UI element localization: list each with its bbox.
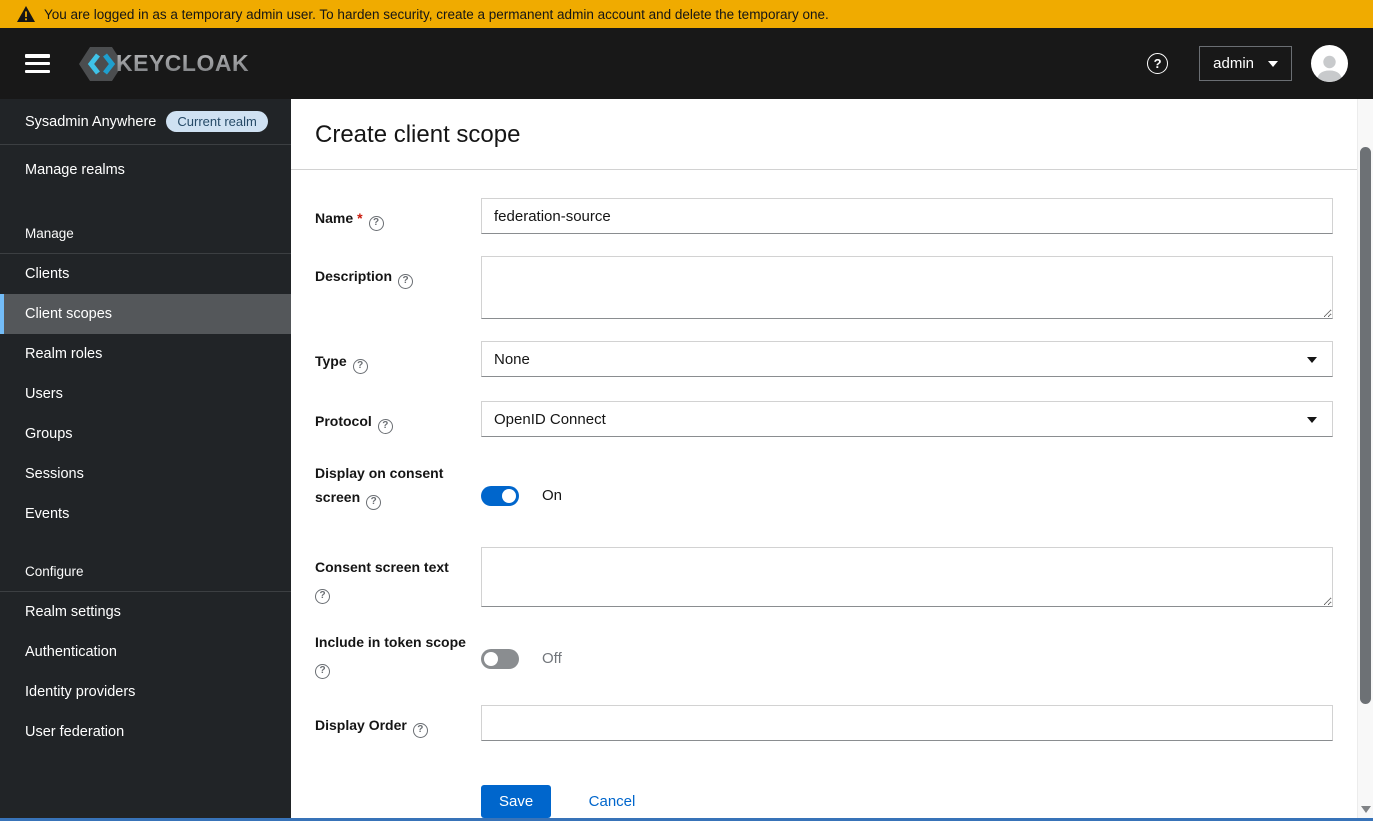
consent-screen-text-label: Consent screen text ? (315, 547, 481, 607)
sidebar-item-sessions[interactable]: Sessions (0, 454, 291, 494)
name-label: Name *? (315, 198, 481, 234)
protocol-select-value: OpenID Connect (494, 410, 606, 428)
scrollbar-thumb[interactable] (1360, 147, 1371, 704)
display-order-input[interactable] (481, 705, 1333, 741)
form-row-name: Name *? (315, 198, 1333, 234)
avatar (1311, 45, 1348, 82)
sidebar-item-clients[interactable]: Clients (0, 254, 291, 294)
include-in-token-scope-label: Include in token scope ? (315, 625, 481, 687)
consent-screen-text-help-icon[interactable]: ? (315, 588, 330, 604)
name-input[interactable] (481, 198, 1333, 234)
sidebar-nav: Sysadmin Anywhere Current realm Manage r… (0, 99, 291, 818)
save-button[interactable]: Save (481, 785, 552, 818)
type-help-icon[interactable]: ? (352, 358, 368, 374)
protocol-select[interactable]: OpenID Connect (481, 401, 1333, 437)
include-in-token-scope-toggle[interactable] (481, 648, 519, 669)
form-actions: Save Cancel (315, 785, 1333, 818)
cancel-link[interactable]: Cancel (589, 785, 636, 810)
display-order-help-icon[interactable]: ? (412, 722, 428, 738)
chevron-down-icon (1307, 417, 1317, 423)
help-icon[interactable]: ? (1147, 53, 1169, 74)
form-row-type: Type? None (315, 341, 1333, 377)
form-row-display-on-consent: Display on consent screen? On (315, 456, 1333, 530)
form-row-protocol: Protocol? OpenID Connect (315, 401, 1333, 437)
keycloak-logo-text: KEYCLOAK (116, 50, 250, 76)
create-client-scope-form: Name*? Description? Type? None (291, 170, 1357, 818)
user-menu-label: admin (1213, 55, 1254, 72)
page-title: Create client scope (315, 121, 521, 148)
description-help-icon[interactable]: ? (398, 273, 414, 289)
include-in-token-scope-help-icon[interactable]: ? (315, 663, 330, 679)
form-row-description: Description? (315, 256, 1333, 319)
warning-banner: You are logged in as a temporary admin u… (0, 0, 1373, 28)
title-block: Create client scope (291, 99, 1357, 170)
display-order-label: Display Order? (315, 705, 481, 741)
sidebar-item-client-scopes[interactable]: Client scopes (0, 294, 291, 334)
display-on-consent-state: On (542, 487, 563, 504)
sidebar-item-realm-settings[interactable]: Realm settings (0, 592, 291, 632)
avatar-person-icon (1317, 55, 1342, 82)
chevron-down-icon (1307, 357, 1317, 363)
hamburger-icon (25, 54, 50, 58)
keycloak-logo[interactable]: KEYCLOAK (78, 46, 249, 82)
display-on-consent-label: Display on consent screen? (315, 456, 481, 530)
type-select[interactable]: None (481, 341, 1333, 377)
sidebar-item-authentication[interactable]: Authentication (0, 632, 291, 672)
scroll-down-arrow-icon[interactable] (1361, 806, 1371, 813)
sidebar-item-user-federation[interactable]: User federation (0, 712, 291, 752)
form-row-consent-screen-text: Consent screen text ? (315, 547, 1333, 607)
sidebar-item-users[interactable]: Users (0, 374, 291, 414)
type-label: Type? (315, 341, 481, 377)
main-content: Create client scope Name*? Description? … (291, 99, 1357, 818)
masthead-right: ? admin (1147, 45, 1348, 82)
masthead: KEYCLOAK ? admin (0, 28, 1373, 99)
nav-toggle-button[interactable] (25, 54, 50, 73)
user-menu-dropdown[interactable]: admin (1199, 46, 1292, 81)
vertical-scrollbar[interactable] (1357, 99, 1373, 818)
form-row-display-order: Display Order? (315, 705, 1333, 741)
type-select-value: None (494, 350, 530, 368)
protocol-label: Protocol? (315, 401, 481, 437)
current-realm-badge[interactable]: Current realm (166, 111, 268, 132)
sidebar-section-configure: Configure (0, 564, 291, 592)
realm-name: Sysadmin Anywhere (25, 113, 157, 130)
sidebar-item-realm-roles[interactable]: Realm roles (0, 334, 291, 374)
sidebar-item-events[interactable]: Events (0, 494, 291, 534)
warning-icon (17, 6, 35, 22)
protocol-help-icon[interactable]: ? (377, 418, 393, 434)
sidebar-item-manage-realms[interactable]: Manage realms (0, 145, 291, 193)
warning-banner-text: You are logged in as a temporary admin u… (44, 6, 829, 22)
display-on-consent-toggle[interactable] (481, 485, 519, 506)
description-textarea[interactable] (481, 256, 1333, 319)
required-asterisk: * (357, 210, 363, 226)
include-in-token-scope-state: Off (542, 650, 562, 667)
name-help-icon[interactable]: ? (368, 215, 384, 231)
sidebar-item-groups[interactable]: Groups (0, 414, 291, 454)
chevron-down-icon (1268, 60, 1278, 67)
current-realm-row[interactable]: Sysadmin Anywhere Current realm (0, 99, 291, 145)
sidebar-item-identity-providers[interactable]: Identity providers (0, 672, 291, 712)
form-row-include-in-token-scope: Include in token scope ? Off (315, 625, 1333, 687)
description-label: Description? (315, 256, 481, 319)
consent-screen-text-textarea[interactable] (481, 547, 1333, 607)
display-on-consent-help-icon[interactable]: ? (366, 494, 382, 510)
sidebar-section-manage: Manage (0, 226, 291, 254)
